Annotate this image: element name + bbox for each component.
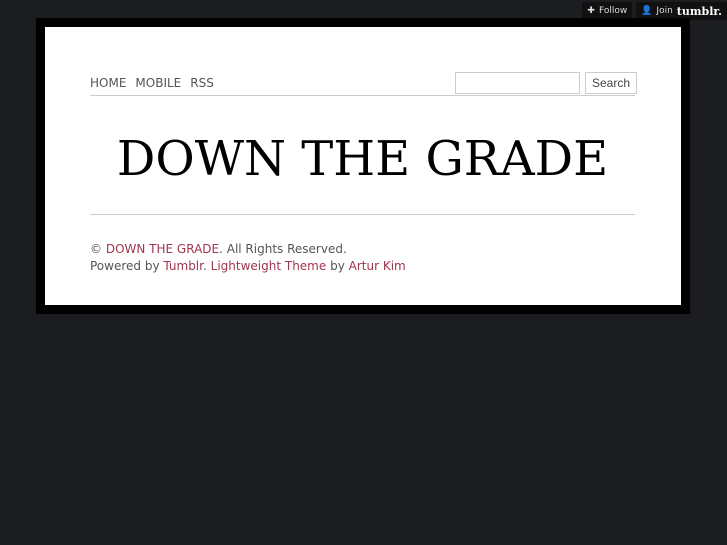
footer: © DOWN THE GRADE. All Rights Reserved. P… [90,241,406,275]
join-label: Join [656,6,673,16]
search-form: Search [454,72,637,94]
nav-mobile[interactable]: MOBILE [135,76,181,90]
search-button[interactable]: Search [584,72,637,94]
plus-icon: ✚ [587,6,595,16]
powered-text: Powered by [90,259,160,273]
follow-label: Follow [598,6,628,16]
dot: . [202,259,207,273]
blog-title[interactable]: DOWN THE GRADE [90,131,635,187]
theme-link[interactable]: Lightweight Theme [211,259,327,273]
page-container: HOME MOBILE RSS Search DOWN THE GRADE © … [36,18,690,314]
rights-text: . All Rights Reserved. [219,242,347,256]
search-input[interactable] [454,72,580,94]
author-link[interactable]: Artur Kim [349,259,406,273]
copyright-symbol: © [90,242,102,256]
nav-home[interactable]: HOME [90,76,126,90]
by-text: by [330,259,345,273]
tumblr-link[interactable]: Tumblr [163,259,203,273]
divider [90,95,635,96]
tumblr-logo: tumblr. [676,4,722,18]
nav-rss[interactable]: RSS [190,76,214,90]
site-link[interactable]: DOWN THE GRADE [106,242,219,256]
main-nav: HOME MOBILE RSS [90,76,214,90]
divider [90,214,635,215]
user-icon: 👤 [641,6,653,16]
